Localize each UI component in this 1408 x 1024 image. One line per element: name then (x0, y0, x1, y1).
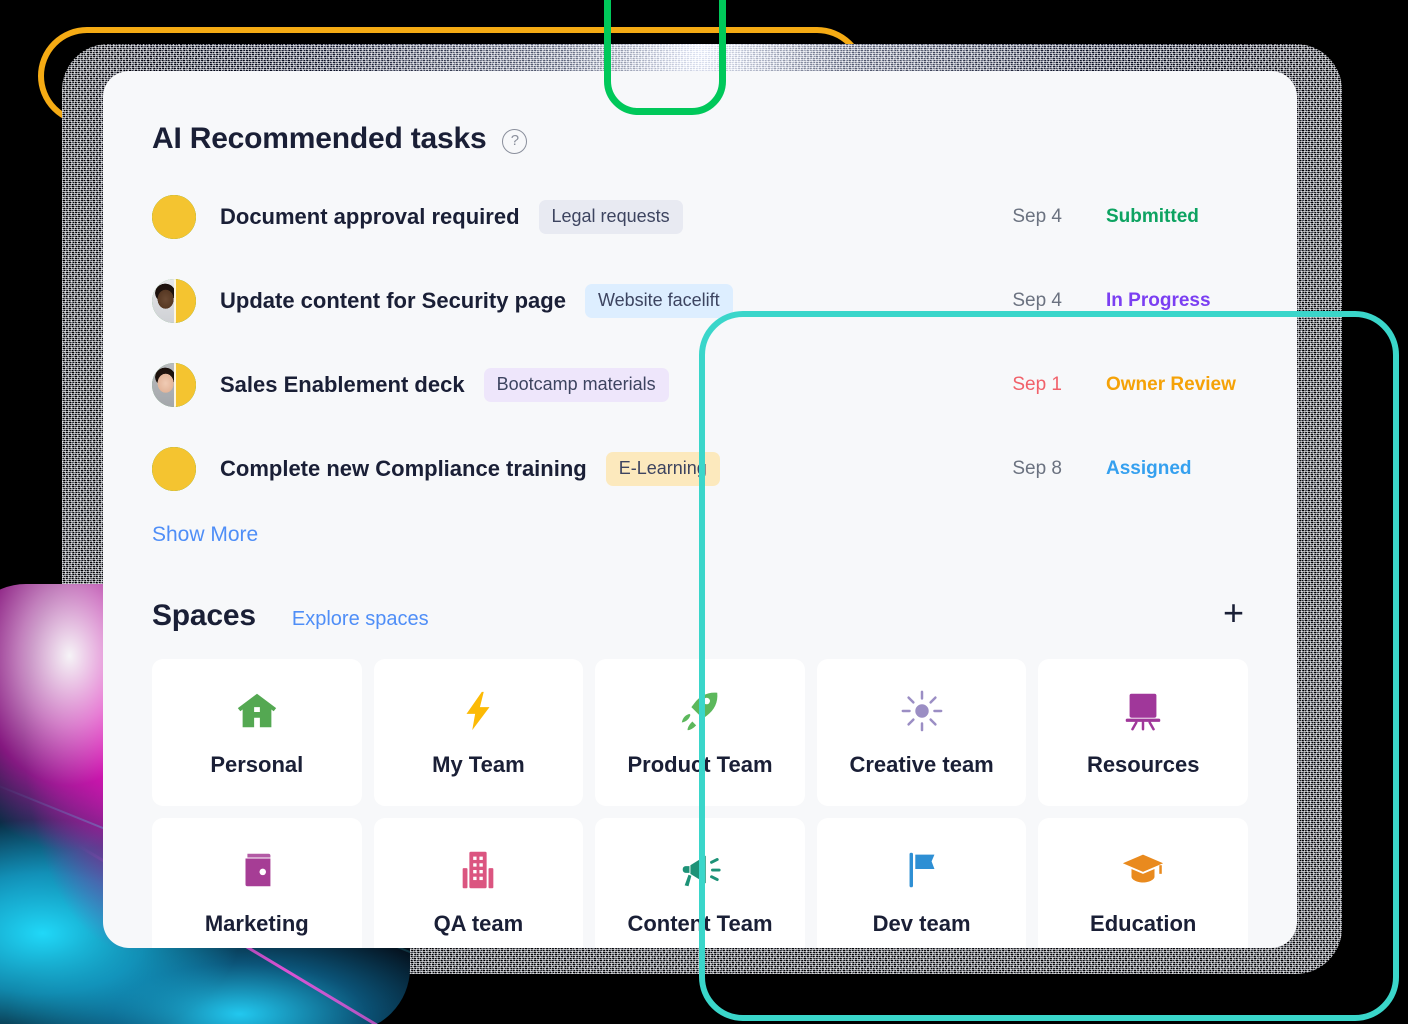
space-card-personal[interactable]: Personal (152, 659, 362, 806)
avatar (152, 447, 196, 491)
task-tag[interactable]: Website facelift (584, 284, 733, 318)
avatar (152, 279, 196, 323)
space-card-my-team[interactable]: My Team (373, 659, 584, 806)
avatar-face (152, 447, 196, 491)
status-badge[interactable]: In Progress (1106, 290, 1248, 312)
task-row[interactable]: Document approval required Legal requests… (152, 175, 1248, 259)
lightning-bolt-icon (455, 688, 501, 734)
task-due-date: Sep 4 (1012, 290, 1062, 311)
space-label: Marketing (204, 910, 309, 936)
spaces-title: Spaces (152, 599, 256, 632)
screenshot-stage: AI Recommended tasks ? Document approval… (0, 0, 1408, 1024)
green-outline-decoration (604, 0, 726, 115)
task-title: Document approval required (220, 204, 520, 229)
question-mark-circle-icon[interactable]: ? (502, 128, 528, 154)
space-label: My Team (432, 751, 525, 777)
space-card-marketing[interactable]: Marketing (152, 818, 362, 948)
avatar-right-half (174, 363, 196, 407)
building-icon (455, 847, 501, 893)
house-icon (234, 688, 280, 734)
status-badge[interactable]: Submitted (1106, 206, 1248, 228)
page-title: AI Recommended tasks (152, 122, 487, 155)
book-icon (234, 847, 280, 893)
avatar-right-half (174, 279, 196, 323)
show-more-link[interactable]: Show More (152, 523, 258, 547)
explore-spaces-link[interactable]: Explore spaces (292, 608, 429, 631)
avatar-left-half (152, 363, 174, 407)
avatar (152, 195, 196, 239)
avatar (152, 363, 196, 407)
avatar-face (152, 195, 196, 239)
task-due-date: Sep 4 (1012, 206, 1062, 227)
space-card-qa-team[interactable]: QA team (373, 818, 584, 948)
space-label: Personal (210, 751, 304, 777)
avatar-left-half (152, 279, 174, 323)
task-tag[interactable]: Legal requests (538, 200, 683, 234)
task-title: Sales Enablement deck (220, 372, 465, 397)
task-title: Update content for Security page (220, 288, 566, 313)
task-title: Complete new Compliance training (220, 456, 587, 481)
space-label: QA team (433, 910, 524, 936)
task-tag[interactable]: Bootcamp materials (483, 368, 669, 402)
teal-outline-decoration (699, 311, 1399, 1021)
